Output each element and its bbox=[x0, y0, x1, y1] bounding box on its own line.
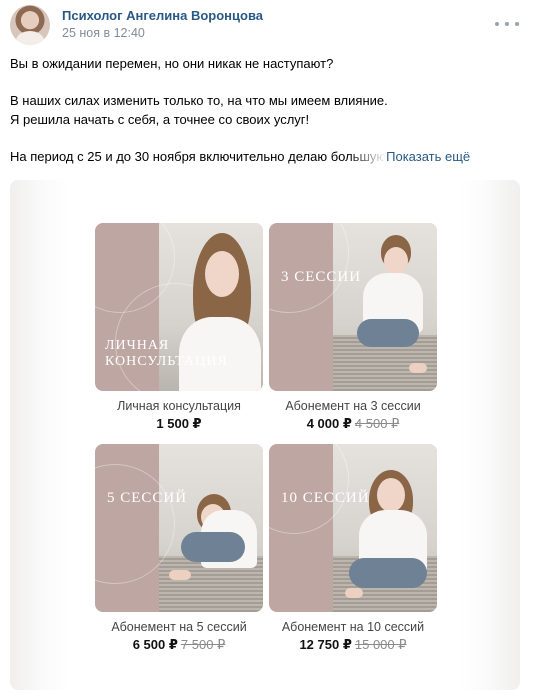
dot-icon bbox=[505, 22, 509, 26]
service-card-5-sessions: 5 СЕССИЙ Абонемент на 5 сессий 6 500 ₽7 … bbox=[95, 444, 263, 653]
card-caption: Абонемент на 5 сессий bbox=[111, 620, 247, 634]
card-price: 1 500 ₽ bbox=[95, 416, 263, 432]
card-price: 6 500 ₽7 500 ₽ bbox=[95, 637, 263, 653]
card-price: 12 750 ₽15 000 ₽ bbox=[269, 637, 437, 653]
card-photo: ЛИЧНАЯ КОНСУЛЬТАЦИЯ bbox=[95, 223, 263, 391]
post-line-3: Я решила начать с себя, а точнее со свои… bbox=[10, 112, 310, 127]
card-caption: Абонемент на 10 сессий bbox=[281, 620, 425, 634]
price-old: 4 500 ₽ bbox=[354, 416, 400, 431]
card-photo: 3 СЕССИИ bbox=[269, 223, 437, 391]
post-line-1: Вы в ожидании перемен, но они никак не н… bbox=[10, 56, 334, 71]
post-date[interactable]: 25 ноя в 12:40 bbox=[62, 26, 145, 40]
card-photo: 10 СЕССИЙ bbox=[269, 444, 437, 612]
price-current: 4 000 ₽ bbox=[306, 416, 352, 431]
service-card-10-sessions: 10 СЕССИЙ Абонемент на 10 сессий 12 750 … bbox=[269, 444, 437, 653]
card-overlay-title: 5 СЕССИЙ bbox=[107, 490, 188, 506]
card-price: 4 000 ₽4 500 ₽ bbox=[269, 416, 437, 432]
card-photo: 5 СЕССИЙ bbox=[95, 444, 263, 612]
avatar-shoulders bbox=[16, 31, 44, 45]
show-more-link[interactable]: Показать ещё bbox=[386, 149, 470, 164]
post-image[interactable]: ЛИЧНАЯ КОНСУЛЬТАЦИЯ Личная консультация … bbox=[10, 180, 520, 690]
card-caption: Личная консультация bbox=[117, 399, 241, 413]
price-old: 7 500 ₽ bbox=[180, 637, 226, 652]
author-name[interactable]: Психолог Ангелина Воронцова bbox=[62, 8, 263, 23]
wall-post: Психолог Ангелина Воронцова 25 ноя в 12:… bbox=[0, 0, 533, 700]
price-current: 12 750 ₽ bbox=[299, 637, 352, 652]
card-overlay-title: ЛИЧНАЯ КОНСУЛЬТАЦИЯ bbox=[105, 338, 228, 369]
card-overlay-title: 3 СЕССИИ bbox=[281, 269, 362, 285]
truncated-text: На период с 25 и до 30 ноября включитель… bbox=[10, 149, 387, 164]
author-avatar[interactable] bbox=[10, 5, 50, 45]
service-card-personal: ЛИЧНАЯ КОНСУЛЬТАЦИЯ Личная консультация … bbox=[95, 223, 263, 432]
price-old: 15 000 ₽ bbox=[354, 637, 407, 652]
card-caption: Абонемент на 3 сессии bbox=[285, 399, 421, 413]
dot-icon bbox=[495, 22, 499, 26]
post-line-2: В наших силах изменить только то, на что… bbox=[10, 93, 388, 108]
dot-icon bbox=[515, 22, 519, 26]
post-line-4: На период с 25 и до 30 ноября включитель… bbox=[10, 147, 525, 166]
post-text: Вы в ожидании перемен, но они никак не н… bbox=[10, 54, 525, 166]
price-current: 6 500 ₽ bbox=[132, 637, 178, 652]
service-card-3-sessions: 3 СЕССИИ Абонемент на 3 сессии 4 000 ₽4 … bbox=[269, 223, 437, 432]
price-current: 1 500 ₽ bbox=[156, 416, 202, 431]
card-overlay-title: 10 СЕССИЙ bbox=[281, 490, 370, 506]
more-options-icon[interactable] bbox=[495, 14, 519, 34]
